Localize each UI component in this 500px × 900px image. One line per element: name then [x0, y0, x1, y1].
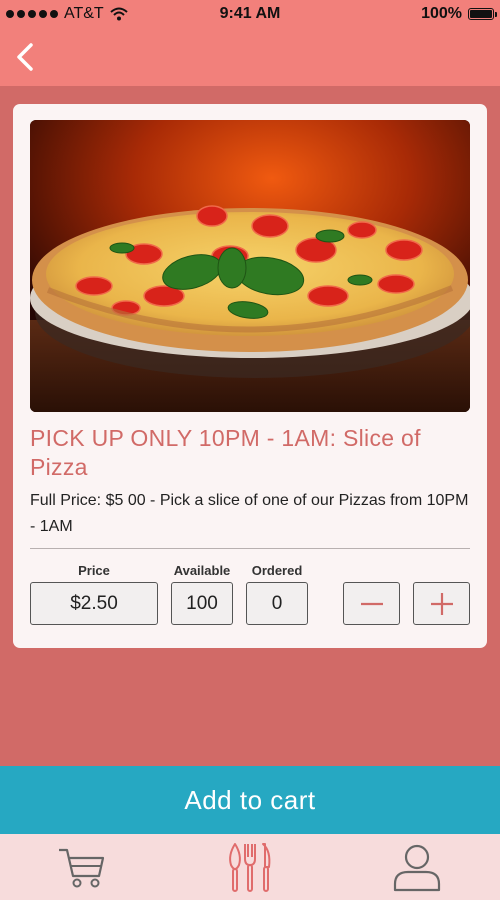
- fork-knife-icon: [229, 843, 271, 892]
- nav-bar: [0, 28, 500, 86]
- user-icon: [393, 844, 441, 892]
- plus-icon: [430, 592, 453, 615]
- ordered-label: Ordered: [251, 563, 303, 578]
- product-description: Full Price: $5 00 - Pick a slice of one …: [30, 492, 469, 535]
- available-field: 100: [171, 582, 233, 625]
- status-bar: AT&T 9:41 AM 100%: [0, 0, 500, 28]
- price-label: Price: [78, 563, 110, 578]
- divider: [30, 548, 470, 549]
- battery-percent: 100%: [421, 5, 462, 22]
- add-to-cart-button[interactable]: Add to cart: [0, 766, 500, 834]
- tab-bar: [0, 834, 500, 900]
- tab-menu[interactable]: [210, 840, 290, 894]
- decrement-button[interactable]: [343, 582, 400, 625]
- available-label: Available: [173, 563, 231, 578]
- product-title: PICK UP ONLY 10PM - 1AM: Slice of Pizza: [30, 425, 421, 480]
- product-card: PICK UP ONLY 10PM - 1AM: Slice of Pizza …: [13, 104, 487, 648]
- tab-profile[interactable]: [377, 840, 457, 894]
- ordered-field[interactable]: 0: [246, 582, 308, 625]
- cart-icon: [59, 848, 105, 888]
- price-field: $2.50: [30, 582, 158, 625]
- chevron-left-icon: [17, 43, 33, 71]
- battery-icon: [468, 8, 497, 20]
- product-image: [30, 120, 470, 412]
- back-button[interactable]: [10, 40, 40, 74]
- tab-cart[interactable]: [42, 840, 122, 894]
- minus-icon: [360, 602, 383, 605]
- increment-button[interactable]: [413, 582, 470, 625]
